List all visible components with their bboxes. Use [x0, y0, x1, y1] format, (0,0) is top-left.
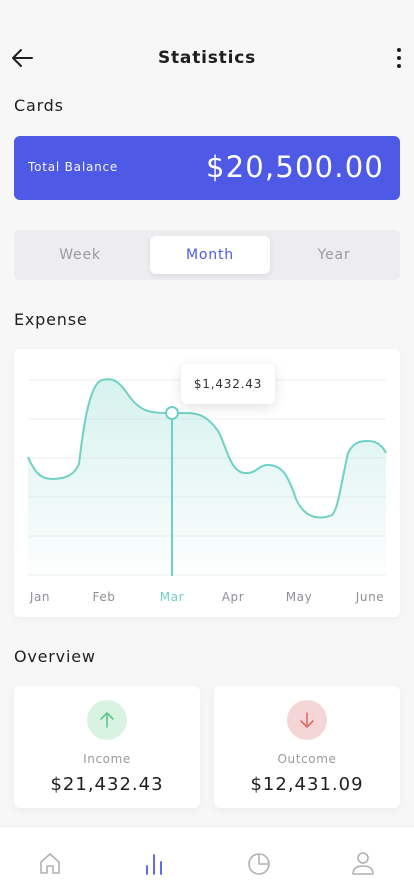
x-tick-label[interactable]: June [356, 590, 385, 604]
expense-area [28, 379, 386, 575]
cards-section-title: Cards [14, 96, 64, 115]
pie-chart-icon[interactable] [243, 847, 275, 879]
tab-week[interactable]: Week [20, 236, 140, 274]
x-tick-label-selected[interactable]: Mar [160, 590, 184, 604]
home-icon[interactable] [34, 847, 66, 879]
x-tick-label[interactable]: Jan [30, 590, 50, 604]
expense-section-title: Expense [14, 310, 88, 329]
total-balance-value: $20,500.00 [205, 150, 384, 184]
income-label: Income [83, 752, 131, 766]
tab-year[interactable]: Year [274, 236, 394, 274]
profile-icon[interactable] [347, 847, 379, 879]
x-tick-label[interactable]: Apr [222, 590, 245, 604]
more-options-icon[interactable] [392, 46, 406, 70]
total-balance-label: Total Balance [28, 160, 119, 174]
top-bar: Statistics [0, 40, 414, 76]
outcome-value: $12,431.09 [250, 774, 364, 795]
total-balance-card[interactable]: Total Balance $20,500.00 [14, 136, 400, 200]
period-tabs: Week Month Year [14, 230, 400, 280]
bottom-navigation [0, 826, 414, 896]
x-tick-label[interactable]: May [286, 590, 313, 604]
x-tick-label[interactable]: Feb [92, 590, 115, 604]
arrow-down-icon [300, 712, 314, 728]
income-value: $21,432.43 [50, 774, 164, 795]
overview-section-title: Overview [14, 647, 96, 666]
income-icon-badge [87, 700, 127, 740]
tab-month[interactable]: Month [150, 236, 270, 274]
income-card[interactable]: Income $21,432.43 [14, 686, 200, 808]
selected-point[interactable] [165, 406, 179, 420]
arrow-up-icon [100, 712, 114, 728]
expense-chart: $1,432.43 Jan Feb Mar Apr May June [14, 349, 400, 617]
page-title: Statistics [157, 48, 257, 68]
outcome-card[interactable]: Outcome $12,431.09 [214, 686, 400, 808]
outcome-label: Outcome [277, 752, 337, 766]
x-axis-labels: Jan Feb Mar Apr May June [14, 590, 400, 606]
chart-tooltip: $1,432.43 [181, 364, 275, 404]
stats-icon[interactable] [138, 847, 170, 879]
outcome-icon-badge [287, 700, 327, 740]
